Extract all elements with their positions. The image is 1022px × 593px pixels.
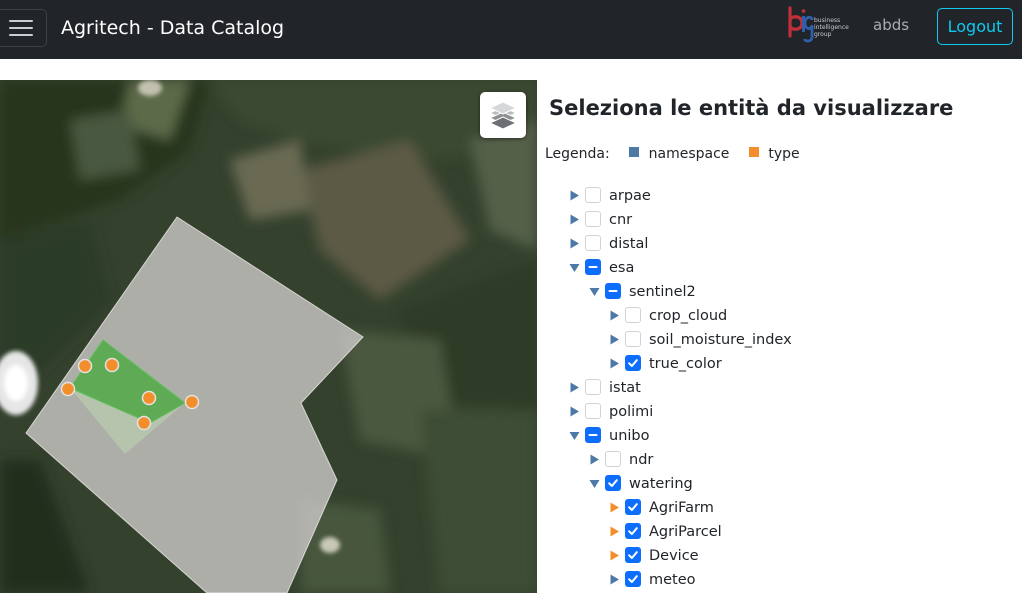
- legend-label: Legenda:: [545, 146, 610, 162]
- tree-node-label: arpae: [609, 188, 651, 204]
- layers-icon: [488, 101, 518, 130]
- caret-down-icon[interactable]: [589, 280, 601, 304]
- tree-node-label: AgriParcel: [649, 524, 722, 540]
- logo-text-line: business: [814, 17, 841, 24]
- tree-node-checkbox[interactable]: [625, 523, 641, 539]
- tree-node-checkbox[interactable]: [605, 451, 621, 467]
- tree-node-label: unibo: [609, 428, 650, 444]
- hamburger-bar: [9, 27, 33, 29]
- caret-down-icon[interactable]: [569, 424, 581, 448]
- tree-node-checkbox[interactable]: [605, 475, 621, 491]
- caret-right-icon[interactable]: [569, 376, 581, 400]
- hamburger-bar: [9, 34, 33, 36]
- legend-swatch-type: [748, 147, 759, 157]
- layer-switcher-button[interactable]: [480, 92, 526, 138]
- tree-node-checkbox[interactable]: [585, 235, 601, 251]
- caret-right-icon[interactable]: [609, 520, 621, 544]
- device-marker[interactable]: [60, 381, 76, 397]
- logo-text-line: intelligence: [814, 24, 849, 31]
- entity-selector-panel: Seleziona le entità da visualizzare Lege…: [545, 80, 1022, 593]
- app-title[interactable]: Agritech - Data Catalog: [61, 16, 284, 40]
- device-marker[interactable]: [184, 394, 200, 410]
- device-marker[interactable]: [136, 415, 152, 431]
- legend: Legenda: namespace type: [545, 146, 800, 162]
- tree-node-checkbox[interactable]: [625, 571, 641, 587]
- tree-node-checkbox[interactable]: [585, 379, 601, 395]
- hamburger-bar: [9, 20, 33, 22]
- tree-node-checkbox[interactable]: [625, 499, 641, 515]
- tree-node-checkbox[interactable]: [585, 427, 601, 443]
- caret-right-icon[interactable]: [609, 568, 621, 592]
- menu-toggle-button[interactable]: [0, 9, 47, 47]
- logo-text-line: group: [814, 31, 832, 38]
- tree-node-checkbox[interactable]: [605, 283, 621, 299]
- device-marker[interactable]: [141, 390, 157, 406]
- device-marker[interactable]: [104, 357, 120, 373]
- device-marker[interactable]: [77, 358, 93, 374]
- tree-node-label: polimi: [609, 404, 654, 420]
- caret-right-icon[interactable]: [569, 208, 581, 232]
- tree-node-checkbox[interactable]: [585, 259, 601, 275]
- tree-node-checkbox[interactable]: [625, 547, 641, 563]
- tree-node-label: Device: [649, 548, 699, 564]
- legend-swatch-namespace: [629, 147, 640, 157]
- tree-node-label: meteo: [649, 572, 696, 588]
- legend-item-type: type: [768, 146, 800, 162]
- satellite-imagery: [0, 80, 537, 593]
- tree-node-label: true_color: [649, 356, 722, 372]
- panel-title: Seleziona le entità da visualizzare: [549, 96, 954, 120]
- caret-right-icon[interactable]: [609, 544, 621, 568]
- tree-node-checkbox[interactable]: [585, 187, 601, 203]
- tree-node-label: sentinel2: [629, 284, 696, 300]
- caret-right-icon[interactable]: [569, 184, 581, 208]
- username: abds: [873, 16, 910, 34]
- navbar: Agritech - Data Catalog business intelli…: [0, 0, 1022, 59]
- caret-right-icon[interactable]: [609, 496, 621, 520]
- tree-node-label: crop_cloud: [649, 308, 728, 324]
- caret-down-icon[interactable]: [589, 472, 601, 496]
- tree-node-label: watering: [629, 476, 693, 492]
- logout-button[interactable]: Logout: [937, 8, 1013, 45]
- tree-node-label: distal: [609, 236, 649, 252]
- tree-node-label: esa: [609, 260, 635, 276]
- caret-right-icon[interactable]: [609, 328, 621, 352]
- tree-node-label: AgriFarm: [649, 500, 714, 516]
- big-logo: business intelligence group: [786, 6, 856, 44]
- tree-node-label: ndr: [629, 452, 654, 468]
- tree-node-checkbox[interactable]: [625, 331, 641, 347]
- tree-node-checkbox[interactable]: [625, 307, 641, 323]
- caret-right-icon[interactable]: [609, 352, 621, 376]
- caret-right-icon[interactable]: [589, 448, 601, 472]
- tree-node-label: istat: [609, 380, 641, 396]
- big-logo-mark: [788, 6, 814, 43]
- legend-item-namespace: namespace: [648, 146, 730, 162]
- tree-node-checkbox[interactable]: [585, 211, 601, 227]
- map-view[interactable]: [0, 80, 537, 593]
- caret-right-icon[interactable]: [609, 304, 621, 328]
- caret-right-icon[interactable]: [569, 232, 581, 256]
- caret-down-icon[interactable]: [569, 256, 581, 280]
- tree-node-label: soil_moisture_index: [649, 332, 792, 348]
- tree-node-label: cnr: [609, 212, 633, 228]
- tree-node-checkbox[interactable]: [585, 403, 601, 419]
- tree-node-checkbox[interactable]: [625, 355, 641, 371]
- caret-right-icon[interactable]: [569, 400, 581, 424]
